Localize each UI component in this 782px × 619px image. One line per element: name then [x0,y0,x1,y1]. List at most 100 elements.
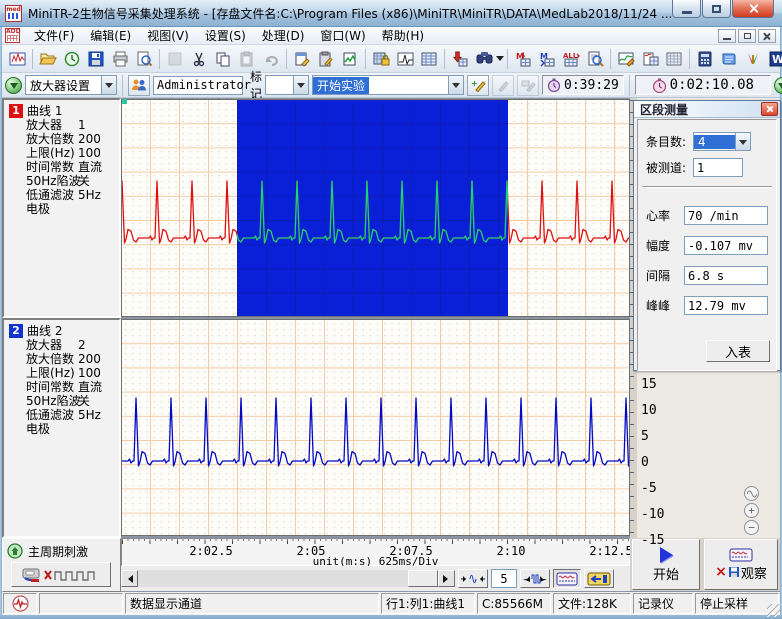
time-scrollbar-track[interactable] [138,570,438,587]
chart-edit-icon[interactable] [614,47,638,71]
print-preview-icon[interactable] [132,47,156,71]
measured-channel-field[interactable]: 1 [693,158,743,177]
menu-item[interactable]: 文件(F) [26,27,82,45]
undo-icon[interactable] [259,47,283,71]
entries-dropdown[interactable]: 4 [693,132,751,151]
clipboard-edit-icon[interactable] [314,47,338,71]
waveform-view-icon[interactable] [5,47,29,71]
mark-table-blue-icon[interactable]: M [535,47,559,71]
scroll-left-button[interactable] [121,570,138,587]
copy-icon[interactable] [211,47,235,71]
amplifier-settings-dropdown[interactable]: 放大器设置 [25,75,117,95]
report-doc-icon[interactable] [638,47,662,71]
record-time: 0:02:10.08 [670,77,754,93]
channel-1-settings-panel[interactable]: 1曲线 1 放大器1放大倍数200上限(Hz)100时间常数直流50Hz陷波关低… [2,98,121,318]
measure-value-field[interactable]: 70 /min [684,206,768,225]
menu-item[interactable]: 帮助(H) [374,27,432,45]
channel-2-settings-panel[interactable]: 2曲线 2 放大器2放大倍数200上限(Hz)100时间常数直流50Hz陷波关低… [2,318,121,538]
history-icon[interactable] [60,47,84,71]
menu-item[interactable]: 窗口(W) [312,27,373,45]
cut-icon[interactable] [187,47,211,71]
import-table-icon[interactable] [448,47,472,71]
menu-item[interactable]: 处理(D) [254,27,313,45]
delete-note-button[interactable] [517,75,539,96]
zoom-out-button[interactable]: − [744,520,759,535]
close-icon [766,105,774,113]
expand-timebase-button[interactable] [458,569,488,588]
compress-timebase-button[interactable] [520,569,550,588]
menu-item[interactable]: 编辑(E) [82,27,139,45]
channel-setting-row: 时间常数直流 [4,160,119,174]
status-recorder-mode: 记录仪 [633,593,693,614]
title-bar: med MiniTR-2生物信号采集处理系统 - [存盘文件名:C:\Progr… [0,0,782,27]
mark-dropdown[interactable] [265,75,309,95]
paste-icon[interactable] [235,47,259,71]
dialog-title-bar[interactable]: 区段测量 [634,101,780,118]
data-lock-icon[interactable] [369,47,393,71]
stimulator-button[interactable] [11,562,111,587]
time-tick-label: 2:12.5 [589,544,632,558]
properties-icon[interactable] [290,47,314,71]
minimize-button[interactable] [672,0,701,18]
mark-table-all-icon[interactable]: ALL [559,47,583,71]
close-button[interactable] [732,0,774,18]
channel-2-waveform-chart[interactable] [121,319,630,536]
edit-note-button[interactable] [492,75,514,96]
measure-value-field[interactable]: 6.8 s [684,266,768,285]
find-icon[interactable] [472,47,496,71]
zoom-in-button[interactable]: + [744,503,759,518]
blank-tool-icon[interactable] [163,47,187,71]
save-icon[interactable] [84,47,108,71]
chart-handle[interactable] [122,99,127,104]
export-chart-icon[interactable] [338,47,362,71]
y-axis-tick-label: -15 [641,528,675,554]
scrollbar-thumb[interactable] [408,570,438,587]
search-doc-icon[interactable] [583,47,607,71]
add-to-table-button[interactable]: 入表 [706,340,770,362]
mdi-minimize-button[interactable] [718,29,736,43]
resize-grip[interactable] [767,604,780,617]
experiment-dropdown[interactable]: 开始实验 [312,75,464,95]
recorder-view-button[interactable] [553,569,581,588]
mdi-restore-button[interactable] [738,29,756,43]
add-note-button[interactable]: + [467,75,489,96]
table-grid-icon[interactable] [662,47,686,71]
measure-value-field[interactable]: 12.79 mv [684,296,768,315]
menu-item[interactable]: 设置(S) [197,27,254,45]
data-table-icon[interactable] [417,47,441,71]
collapse-panel-button[interactable] [774,77,782,94]
dialog-close-button[interactable] [761,102,778,116]
scroll-right-button[interactable] [438,570,455,587]
channel-setting-row: 放大倍数200 [4,132,119,146]
open-file-icon[interactable] [36,47,60,71]
users-button[interactable] [128,75,150,96]
print-icon[interactable] [108,47,132,71]
time-scroll-row: 5 [121,566,630,591]
pulse-view-icon[interactable] [393,47,417,71]
channel-1-badge: 1 [9,104,23,118]
channel-setting-row: 电极 [4,422,119,436]
app-icon: med [5,5,22,22]
maximize-button[interactable] [702,0,731,18]
mdi-child-icon: ADD [5,28,20,43]
collapse-settings-button[interactable] [5,77,22,94]
word-export-icon[interactable]: W [765,47,782,71]
measure-value-field[interactable]: -0.107 mv [684,236,768,255]
observe-button[interactable]: × 观察 [704,539,778,590]
operator-field[interactable]: Administrator [153,76,243,95]
notes-icon[interactable] [717,47,741,71]
calculator-icon[interactable] [693,47,717,71]
channel-1-waveform-chart[interactable] [121,99,630,317]
menu-item[interactable]: 视图(V) [139,27,197,45]
expand-up-icon[interactable] [7,543,23,559]
y-axis-tick-label: 15 [641,372,675,398]
channel-setting-row: 低通滤波5Hz [4,408,119,422]
timebase-value[interactable]: 5 [491,569,517,588]
wave-scale-button[interactable] [744,486,759,501]
mark-table-red-icon[interactable]: M [511,47,535,71]
pens-icon[interactable] [741,47,765,71]
mdi-close-button[interactable] [758,29,776,43]
channel-setting-row: 时间常数直流 [4,380,119,394]
page-view-button[interactable] [584,569,614,588]
find-dropdown-icon[interactable] [496,48,504,70]
